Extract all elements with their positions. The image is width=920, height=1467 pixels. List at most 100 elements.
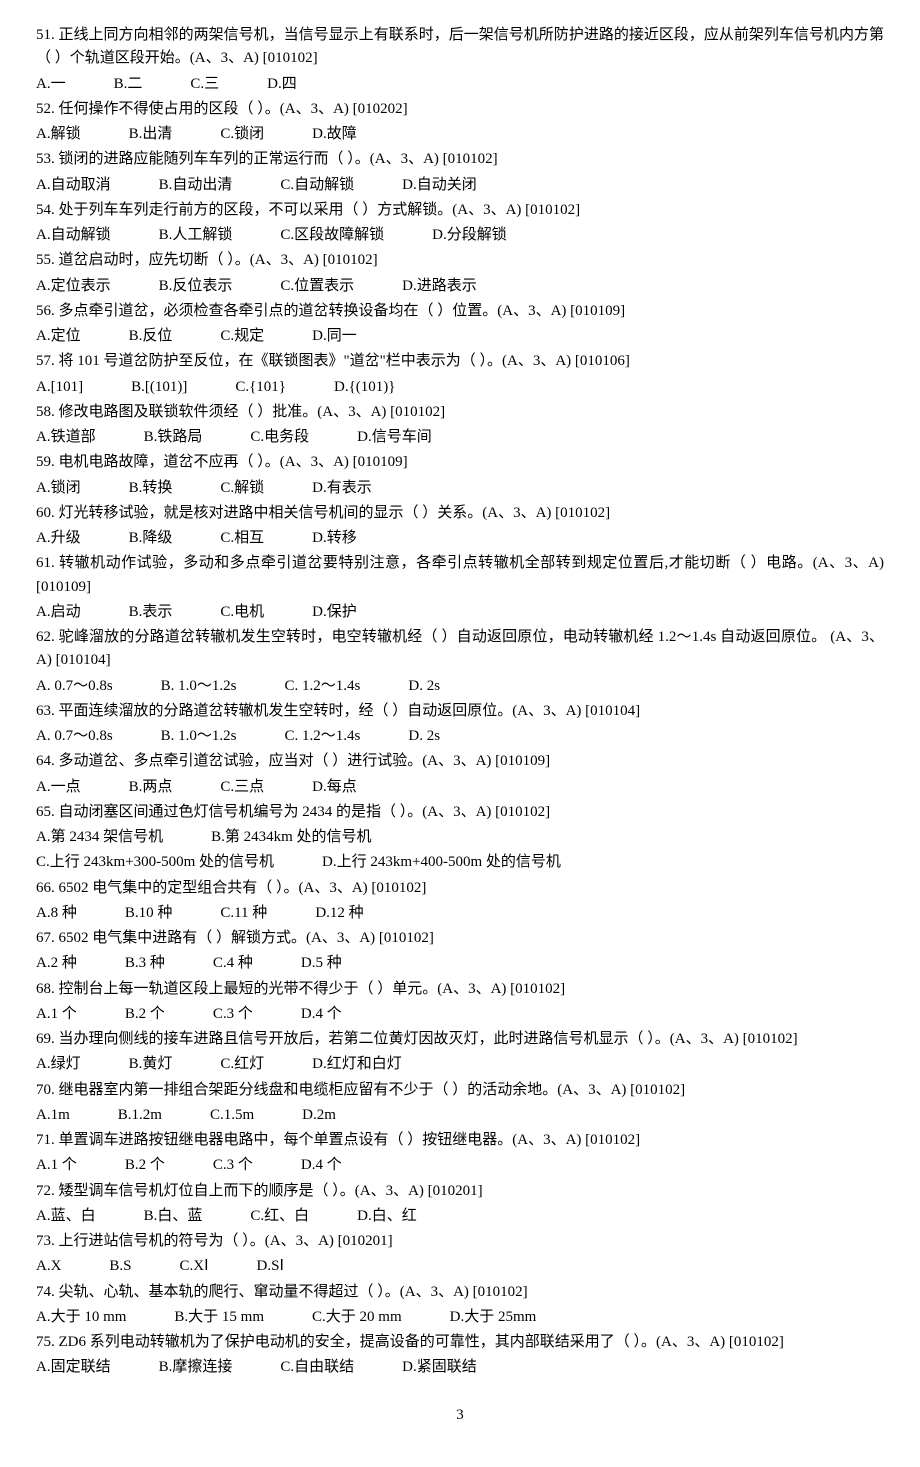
option: B.大于 15 mm [174, 1306, 264, 1329]
question-options: A.1mB.1.2mC.1.5mD.2m [36, 1104, 884, 1127]
option: D.每点 [312, 776, 357, 799]
option: C.大于 20 mm [312, 1306, 402, 1329]
option: C.解锁 [220, 477, 264, 500]
option: A.1 个 [36, 1003, 77, 1026]
exam-question-list: 51. 正线上同方向相邻的两架信号机，当信号显示上有联系时，后一架信号机所防护进… [36, 24, 884, 1380]
option: B.反位 [129, 325, 173, 348]
option: B.二 [114, 73, 143, 96]
option: B.10 种 [125, 902, 173, 925]
option: C.XⅠ [180, 1255, 209, 1278]
question-text: 58. 修改电路图及联锁软件须经（ ）批准。(A、3、A) [010102] [36, 401, 884, 424]
question-options: A.锁闭B.转换C.解锁D.有表示 [36, 477, 884, 500]
question-options: A.8 种B.10 种C.11 种D.12 种 [36, 902, 884, 925]
option: C.电机 [220, 601, 264, 624]
option: C.11 种 [220, 902, 267, 925]
option: B.自动出清 [159, 174, 233, 197]
option: A.一 [36, 73, 66, 96]
option: A.锁闭 [36, 477, 81, 500]
option: C. 1.2～1.4s [285, 725, 361, 748]
question-text: 56. 多点牵引道岔，必须检查各牵引点的道岔转换设备均在（ ）位置。(A、3、A… [36, 300, 884, 323]
option: B.人工解锁 [159, 224, 233, 247]
option: B.黄灯 [129, 1053, 173, 1076]
question-options: A.定位表示B.反位表示C.位置表示D.进路表示 [36, 275, 884, 298]
page-number: 3 [36, 1404, 884, 1427]
option: D.4 个 [301, 1003, 342, 1026]
option: D.白、红 [357, 1205, 417, 1228]
option: C.位置表示 [280, 275, 354, 298]
question-text: 69. 当办理向侧线的接车进路且信号开放后，若第二位黄灯因故灭灯，此时进路信号机… [36, 1028, 884, 1051]
question-options: A.一 B.二 C.三 D.四 [36, 73, 884, 96]
question-options: A.XB.SC.XⅠD.SⅠ [36, 1255, 884, 1278]
option: B.第 2434km 处的信号机 [211, 826, 371, 849]
question-options: A.定位B.反位C.规定D.同一 [36, 325, 884, 348]
option: A.启动 [36, 601, 81, 624]
option: C.电务段 [250, 426, 309, 449]
option: C.红灯 [220, 1053, 264, 1076]
question-text: 75. ZD6 系列电动转辙机为了保护电动机的安全，提高设备的可靠性，其内部联结… [36, 1331, 884, 1354]
option: D.上行 243km+400-500m 处的信号机 [322, 851, 561, 874]
option: C.红、白 [250, 1205, 309, 1228]
question-text: 51. 正线上同方向相邻的两架信号机，当信号显示上有联系时，后一架信号机所防护进… [36, 24, 884, 71]
option: A.一点 [36, 776, 81, 799]
question-text: 53. 锁闭的进路应能随列车车列的正常运行而（ ）。(A、3、A) [01010… [36, 148, 884, 171]
question-text: 60. 灯光转移试验，就是核对进路中相关信号机间的显示（ ）关系。(A、3、A)… [36, 502, 884, 525]
option: A.铁道部 [36, 426, 96, 449]
option: A.定位 [36, 325, 81, 348]
option: D.2m [302, 1104, 336, 1127]
option: A.大于 10 mm [36, 1306, 126, 1329]
question-options: A. 0.7～0.8sB. 1.0～1.2sC. 1.2～1.4sD. 2s [36, 725, 884, 748]
option: A.[101] [36, 376, 83, 399]
question-options: A.2 种B.3 种C.4 种D.5 种 [36, 952, 884, 975]
question-text: 65. 自动闭塞区间通过色灯信号机编号为 2434 的是指（ ）。(A、3、A)… [36, 801, 884, 824]
option: D.5 种 [301, 952, 342, 975]
question-options: A.1 个 B.2 个 C.3 个 D.4 个 [36, 1003, 884, 1026]
option: C.三 [190, 73, 219, 96]
option: B.白、蓝 [144, 1205, 203, 1228]
question-options: A.解锁B.出清C.锁闭D.故障 [36, 123, 884, 146]
option: C.自由联结 [280, 1356, 354, 1379]
option: D.转移 [312, 527, 357, 550]
question-options: A.[101] B.[(101)] C.{101} D.{(101)} [36, 376, 884, 399]
question-text: 57. 将 101 号道岔防护至反位，在《联锁图表》"道岔"栏中表示为（ ）。(… [36, 350, 884, 373]
option: C.4 种 [213, 952, 253, 975]
option: A.8 种 [36, 902, 77, 925]
question-text: 70. 继电器室内第一排组合架距分线盘和电缆柜应留有不少于（ ）的活动余地。(A… [36, 1079, 884, 1102]
option: D.保护 [312, 601, 357, 624]
option: C. 1.2～1.4s [285, 675, 361, 698]
option: A. 0.7～0.8s [36, 725, 113, 748]
option: B.[(101)] [131, 376, 187, 399]
option: B.两点 [129, 776, 173, 799]
option: D.自动关闭 [402, 174, 477, 197]
option: A.自动解锁 [36, 224, 111, 247]
option: A.X [36, 1255, 61, 1278]
option: C.三点 [220, 776, 264, 799]
question-options: A.升级B.降级C.相互D.转移 [36, 527, 884, 550]
option: A.自动取消 [36, 174, 111, 197]
option: B.降级 [129, 527, 173, 550]
option: B.表示 [129, 601, 173, 624]
question-options: A.自动取消 B.自动出清 C.自动解锁 D.自动关闭 [36, 174, 884, 197]
option: A.1m [36, 1104, 70, 1127]
option: D.四 [267, 73, 297, 96]
option: B.2 个 [125, 1154, 165, 1177]
option: A.2 种 [36, 952, 77, 975]
option: A.蓝、白 [36, 1205, 96, 1228]
option: B. 1.0～1.2s [161, 675, 237, 698]
option: C.{101} [235, 376, 286, 399]
option: A.定位表示 [36, 275, 111, 298]
option: C.自动解锁 [280, 174, 354, 197]
option: D. 2s [408, 725, 440, 748]
option: B.出清 [129, 123, 173, 146]
option: C.相互 [220, 527, 264, 550]
option: D.信号车间 [357, 426, 432, 449]
option: C.3 个 [213, 1003, 253, 1026]
question-text: 55. 道岔启动时，应先切断（ ）。(A、3、A) [010102] [36, 249, 884, 272]
option: C.区段故障解锁 [280, 224, 384, 247]
question-options: A.第 2434 架信号机B.第 2434km 处的信号机 [36, 826, 884, 849]
option: C.锁闭 [220, 123, 264, 146]
option: B.2 个 [125, 1003, 165, 1026]
question-text: 67. 6502 电气集中进路有（ ）解锁方式。(A、3、A) [010102] [36, 927, 884, 950]
option: B.S [109, 1255, 131, 1278]
option: D.故障 [312, 123, 357, 146]
option: D.{(101)} [334, 376, 395, 399]
